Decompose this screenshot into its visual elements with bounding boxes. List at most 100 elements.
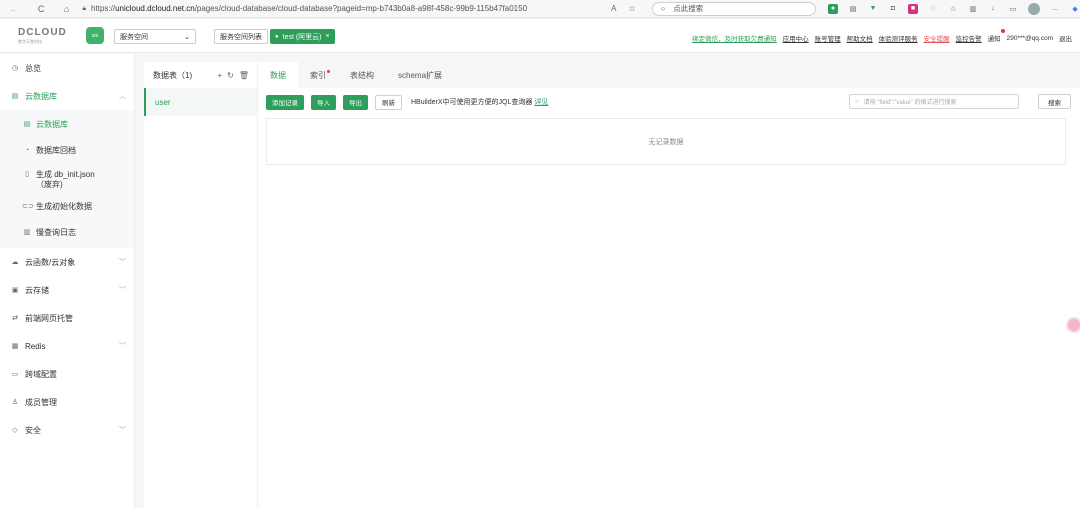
tab-index[interactable]: 索引: [298, 62, 338, 88]
notice-link[interactable]: 通知: [987, 29, 1005, 43]
logo-subtext: 数字天堂科技: [18, 39, 42, 44]
copilot-icon[interactable]: ◆: [1070, 4, 1080, 14]
uni-app-icon[interactable]: uni: [86, 27, 104, 44]
link-icon: ⊂⊃: [22, 203, 34, 210]
file-icon: ▯: [25, 171, 29, 178]
app-header: DCLOUD 数字天堂科技 uni 服务空间 ⌄ 服务空间列表 ● test (…: [0, 19, 1080, 53]
cors-icon: ▭: [11, 371, 19, 378]
sidebar-item-label: Redis: [25, 341, 46, 351]
bind-wechat-link[interactable]: 绑定微信，及时获取欠费通知: [692, 33, 777, 43]
notice-dot: [1000, 29, 1005, 33]
sidebar-item-functions[interactable]: ☁ 云函数/云对象 ﹀: [0, 248, 134, 276]
import-button[interactable]: 导入: [311, 94, 336, 110]
export-button[interactable]: 导出: [343, 94, 368, 110]
extension-square-icon[interactable]: ◘: [888, 4, 898, 14]
evaluate-link[interactable]: 体验测评服务: [879, 33, 918, 43]
space-select[interactable]: 服务空间 ⌄: [114, 29, 196, 44]
status-dot-icon: ●: [275, 33, 279, 40]
sidebar-subitem-label: 数据库回档: [36, 146, 76, 155]
extension-doc-icon[interactable]: ▤: [848, 4, 858, 14]
back-icon[interactable]: ←: [6, 1, 21, 17]
query-input[interactable]: ○ 请按 "field":"value" 的格式进行搜索: [849, 94, 1019, 109]
floating-helper-icon[interactable]: [1066, 317, 1080, 333]
notice-label: 通知: [987, 36, 1001, 43]
read-aloud-icon[interactable]: A: [611, 4, 616, 13]
search-icon: ○: [660, 4, 666, 13]
sidebar-subitem-label: 慢查询日志: [36, 228, 76, 237]
sidebar-item-label: 云数据库: [25, 91, 57, 101]
sidebar-item-storage[interactable]: ▣ 云存储 ﹀: [0, 276, 134, 304]
tab-data[interactable]: 数据: [258, 62, 298, 88]
add-record-button[interactable]: 添加记录: [266, 94, 304, 110]
account-link[interactable]: 账号管理: [815, 33, 841, 43]
extension-pink-icon[interactable]: ■: [908, 3, 919, 14]
add-icon[interactable]: +: [217, 71, 222, 80]
close-icon[interactable]: ×: [326, 33, 330, 40]
user-account[interactable]: 290***@qq.com: [1007, 35, 1053, 42]
sidebar-item-overview[interactable]: ◷ 总览: [0, 54, 134, 82]
sidebar-item-label: 总览: [25, 63, 41, 73]
sidebar-item-members[interactable]: ♙ 成员管理: [0, 388, 134, 416]
sidebar-item-label: 云函数/云对象: [25, 257, 76, 267]
download-icon[interactable]: ↓: [988, 4, 998, 14]
more-icon[interactable]: …: [1050, 4, 1060, 14]
search-button[interactable]: 搜索: [1038, 94, 1071, 109]
dashboard-icon: ◷: [11, 65, 19, 72]
extension-puzzle-icon[interactable]: ◌: [928, 4, 938, 14]
sidebar-subitem-cloud-db[interactable]: ▤ 云数据库: [0, 112, 134, 138]
sidebar-subitem-gen-init[interactable]: ▯ 生成 db_init.json（废弃): [0, 164, 134, 194]
favorite-star-icon[interactable]: ☆: [629, 4, 636, 13]
sidebar-item-security[interactable]: ◇ 安全 ﹀: [0, 416, 134, 444]
tab-schema[interactable]: 表结构: [338, 62, 386, 88]
address-bar[interactable]: 🔒︎ https://unicloud.dcloud.net.cn/pages/…: [82, 2, 603, 16]
home-icon[interactable]: ⌂: [59, 1, 74, 17]
sidebar-item-redis[interactable]: ▦ Redis ﹀: [0, 332, 134, 360]
browser-search-box[interactable]: ○ 点此搜索: [651, 1, 817, 16]
security-alert-link[interactable]: 安全提醒: [924, 33, 950, 43]
query-placeholder: 请按 "field":"value" 的格式进行搜索: [863, 100, 957, 106]
logout-link[interactable]: 退出: [1059, 33, 1072, 43]
active-space-tag[interactable]: ● test (阿里云) ×: [270, 29, 335, 44]
table-item-user[interactable]: user: [144, 88, 257, 116]
main-panel: 数据表（1) + ↻ 🗑︎ user 数据 索引 表结构 schema扩展 添加…: [144, 62, 1080, 508]
table-list: 数据表（1) + ↻ 🗑︎ user: [144, 62, 258, 508]
profile-avatar[interactable]: [1028, 2, 1041, 15]
extension-vue-icon[interactable]: ▼: [868, 4, 878, 14]
app-center-link[interactable]: 应用中心: [783, 33, 809, 43]
sidebar-subitem-gen-data[interactable]: ⊂⊃ 生成初始化数据: [0, 194, 134, 220]
refresh-icon[interactable]: C: [33, 1, 48, 17]
space-list-button[interactable]: 服务空间列表: [214, 29, 268, 44]
sidebar-item-cloud-db[interactable]: ▤ 云数据库 ︿: [0, 82, 134, 110]
sidebar-subitem-slow-log[interactable]: ▥ 慢查询日志: [0, 220, 134, 246]
browser-toolbar: ← C ⌂ 🔒︎ https://unicloud.dcloud.net.cn /…: [0, 0, 1080, 18]
url-scheme: https://: [91, 4, 116, 13]
cloud-db-submenu: ▤ 云数据库 ◔ 数据库回档 ▯ 生成 db_init.json（废弃) ⊂⊃ …: [0, 110, 134, 248]
refresh-icon[interactable]: ↻: [227, 71, 234, 80]
logo-text: DCLOUD: [18, 27, 67, 38]
dcloud-logo[interactable]: DCLOUD 数字天堂科技: [18, 27, 70, 45]
active-space-label: test (阿里云): [282, 33, 322, 41]
sidebar-item-label: 前端网页托管: [25, 313, 73, 323]
sidebar-item-cors[interactable]: ▭ 跨域配置: [0, 360, 134, 388]
sidebar-item-label: 安全: [25, 425, 41, 435]
extension-badge-icon[interactable]: ●: [828, 3, 839, 14]
tab-schema-ext[interactable]: schema扩展: [386, 62, 454, 88]
redis-icon: ▦: [11, 343, 19, 350]
user-icon: ♙: [11, 399, 19, 406]
collections-icon[interactable]: ▥: [968, 4, 978, 14]
shield-icon: ◇: [12, 427, 18, 434]
jql-hint-text: HBuilderX中可使用更方便的JQL查询器: [411, 99, 533, 106]
sidebar-subitem-backup[interactable]: ◔ 数据库回档: [0, 138, 134, 164]
jql-hint-link[interactable]: 详见: [534, 99, 548, 106]
monitor-alarm-link[interactable]: 监控告警: [956, 33, 982, 43]
tab-alert-dot: [327, 70, 330, 73]
docs-link[interactable]: 帮助文档: [847, 33, 873, 43]
space-select-label: 服务空间: [120, 33, 148, 41]
chevron-down-icon: ﹀: [119, 287, 126, 294]
database-icon: ▤: [11, 93, 19, 100]
favorites-icon[interactable]: ☆: [948, 4, 958, 14]
refresh-button[interactable]: 刷新: [375, 94, 402, 110]
layout-icon[interactable]: ▭: [1008, 4, 1018, 14]
trash-icon[interactable]: 🗑︎: [239, 71, 249, 80]
sidebar-item-hosting[interactable]: ⇄ 前端网页托管: [0, 304, 134, 332]
